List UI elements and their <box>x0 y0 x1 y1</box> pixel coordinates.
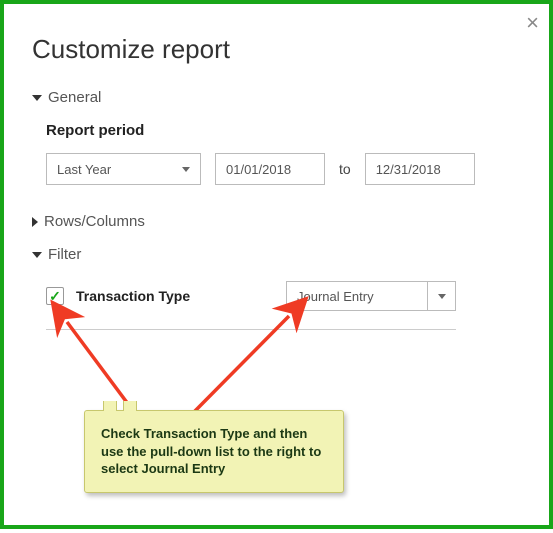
checkmark-icon: ✓ <box>49 288 61 305</box>
section-label: Filter <box>48 246 81 263</box>
section-label: General <box>48 89 101 106</box>
date-from-value: 01/01/2018 <box>226 162 291 177</box>
annotation-callout: Check Transaction Type and then use the … <box>84 410 344 493</box>
report-period-row: Last Year 01/01/2018 to 12/31/2018 <box>46 153 521 185</box>
chevron-right-icon <box>32 217 38 227</box>
transaction-type-label: Transaction Type <box>76 288 274 304</box>
date-to-input[interactable]: 12/31/2018 <box>365 153 475 185</box>
date-to-value: 12/31/2018 <box>376 162 441 177</box>
customize-report-dialog: Customize report General Report period L… <box>4 4 549 350</box>
transaction-type-select[interactable]: Journal Entry <box>286 281 456 311</box>
annotation-text: Check Transaction Type and then use the … <box>101 425 327 478</box>
section-general-toggle[interactable]: General <box>32 89 521 106</box>
section-filter-toggle[interactable]: Filter <box>32 246 521 263</box>
section-rows-columns-toggle[interactable]: Rows/Columns <box>32 213 521 230</box>
chevron-down-icon <box>182 167 190 172</box>
date-from-input[interactable]: 01/01/2018 <box>215 153 325 185</box>
dialog-title: Customize report <box>32 34 521 65</box>
transaction-type-value: Journal Entry <box>287 282 427 310</box>
section-label: Rows/Columns <box>44 213 145 230</box>
close-icon[interactable]: × <box>526 12 539 34</box>
report-period-label: Report period <box>46 122 521 139</box>
transaction-type-dropdown-button[interactable] <box>427 282 455 310</box>
chevron-down-icon <box>32 252 42 258</box>
period-preset-value: Last Year <box>57 162 111 177</box>
transaction-type-checkbox[interactable]: ✓ <box>46 287 64 305</box>
period-preset-select[interactable]: Last Year <box>46 153 201 185</box>
chevron-down-icon <box>32 95 42 101</box>
filter-row: ✓ Transaction Type Journal Entry <box>46 281 456 330</box>
to-label: to <box>339 161 351 177</box>
chevron-down-icon <box>438 294 446 299</box>
